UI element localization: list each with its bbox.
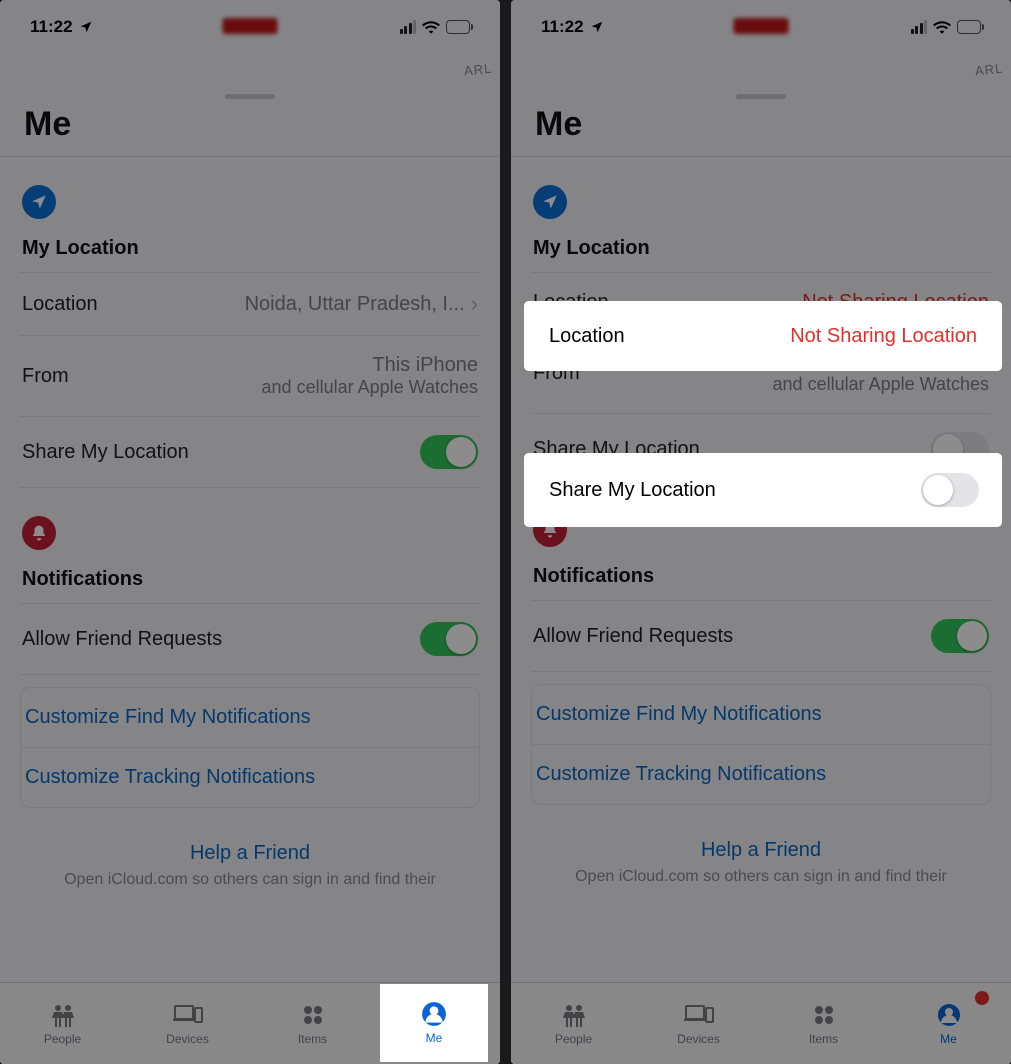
bell-icon: [22, 516, 56, 550]
from-row-label: From: [533, 362, 773, 385]
tab-items[interactable]: Items: [761, 983, 886, 1064]
help-friend-sub: Open iCloud.com so others can sign in an…: [531, 868, 991, 886]
status-bar: 11:22: [511, 0, 1011, 54]
tab-me[interactable]: Me: [375, 983, 500, 1064]
from-row-sub: and cellular Apple Watches: [262, 377, 478, 398]
status-bar: 11:22: [0, 0, 500, 54]
notifications-section: Notifications Allow Friend Requests Cust…: [0, 488, 500, 889]
location-row-label: Location: [533, 291, 802, 314]
share-location-row: Share My Location: [20, 416, 480, 488]
redacted-area: [734, 18, 789, 34]
customize-tracking-link[interactable]: Customize Tracking Notifications: [532, 744, 990, 804]
wifi-icon: [422, 20, 440, 34]
me-sheet: Me My Location Location Noida, Uttar Pra…: [0, 84, 500, 1064]
from-row[interactable]: From This iPhone and cellular Apple Watc…: [20, 335, 480, 416]
tab-items-label: Items: [809, 1032, 838, 1046]
tab-people-label: People: [44, 1032, 81, 1046]
share-location-row: Share My Location: [531, 413, 991, 485]
location-icon: [22, 185, 56, 219]
phone-right: ARL 11:22 Me My Location Location Not: [511, 0, 1011, 1064]
from-row-sub: and cellular Apple Watches: [773, 374, 989, 395]
my-location-section: My Location Location Not Sharing Locatio…: [511, 157, 1011, 485]
tab-devices[interactable]: Devices: [125, 983, 250, 1064]
share-location-label: Share My Location: [22, 441, 420, 464]
notifications-section: Notifications Allow Friend Requests Cust…: [511, 485, 1011, 886]
from-row[interactable]: From This iPhone and cellular Apple Watc…: [531, 332, 991, 413]
allow-friend-requests-toggle[interactable]: [931, 619, 989, 653]
location-icon: [533, 185, 567, 219]
phone-left: ARL 11:22 Me My Location Location Noi: [0, 0, 500, 1064]
notifications-header: Notifications: [20, 568, 480, 591]
tab-devices-label: Devices: [166, 1032, 209, 1046]
chevron-right-icon: ›: [471, 291, 478, 317]
redacted-area: [223, 18, 278, 34]
wifi-icon: [933, 20, 951, 34]
my-location-section: My Location Location Noida, Uttar Prades…: [0, 157, 500, 488]
location-row[interactable]: Location Not Sharing Location: [531, 272, 991, 332]
bell-icon: [533, 513, 567, 547]
notification-links: Customize Find My Notifications Customiz…: [531, 684, 991, 805]
from-row-label: From: [22, 365, 262, 388]
location-row[interactable]: Location Noida, Uttar Pradesh, I... ›: [20, 272, 480, 335]
battery-icon: [957, 20, 981, 34]
me-icon: [426, 1002, 450, 1028]
me-sheet: Me My Location Location Not Sharing Loca…: [511, 84, 1011, 1064]
tab-people[interactable]: People: [0, 983, 125, 1064]
location-arrow-icon: [79, 20, 93, 34]
tab-people[interactable]: People: [511, 983, 636, 1064]
location-row-label: Location: [22, 293, 245, 316]
tab-devices-label: Devices: [677, 1032, 720, 1046]
share-location-label: Share My Location: [533, 438, 931, 461]
notification-dot-icon: [975, 991, 989, 1005]
tab-items[interactable]: Items: [250, 983, 375, 1064]
tab-me-label: Me: [940, 1032, 957, 1046]
share-location-toggle[interactable]: [420, 435, 478, 469]
tab-me[interactable]: Me: [886, 983, 1011, 1064]
tab-items-label: Items: [298, 1032, 327, 1046]
customize-tracking-link[interactable]: Customize Tracking Notifications: [21, 747, 479, 807]
my-location-header: My Location: [20, 237, 480, 260]
from-row-value: This iPhone: [372, 354, 478, 377]
status-time: 11:22: [541, 17, 584, 37]
watermark: ARL: [974, 61, 1004, 79]
people-icon: [559, 1002, 589, 1028]
devices-icon: [173, 1002, 203, 1028]
location-arrow-icon: [590, 20, 604, 34]
customize-findmy-link[interactable]: Customize Find My Notifications: [532, 685, 990, 744]
tab-bar: People Devices Items Me: [511, 982, 1011, 1064]
people-icon: [48, 1002, 78, 1028]
allow-friend-requests-row: Allow Friend Requests: [20, 603, 480, 675]
my-location-header: My Location: [531, 237, 991, 260]
help-friend-sub: Open iCloud.com so others can sign in an…: [20, 871, 480, 889]
tab-devices[interactable]: Devices: [636, 983, 761, 1064]
allow-friend-requests-label: Allow Friend Requests: [22, 628, 420, 651]
location-row-value: Noida, Uttar Pradesh, I...: [245, 293, 465, 316]
help-friend-link[interactable]: Help a Friend: [20, 842, 480, 865]
me-icon: [937, 1002, 961, 1028]
battery-icon: [446, 20, 470, 34]
status-time: 11:22: [30, 17, 73, 37]
notification-links: Customize Find My Notifications Customiz…: [20, 687, 480, 808]
location-row-value: Not Sharing Location: [802, 291, 989, 314]
cellular-icon: [400, 20, 417, 34]
allow-friend-requests-row: Allow Friend Requests: [531, 600, 991, 672]
share-location-toggle[interactable]: [931, 432, 989, 466]
items-icon: [301, 1002, 325, 1028]
page-title: Me: [0, 99, 500, 156]
tab-people-label: People: [555, 1032, 592, 1046]
items-icon: [812, 1002, 836, 1028]
watermark: ARL: [463, 61, 493, 79]
page-title: Me: [511, 99, 1011, 156]
notifications-header: Notifications: [531, 565, 991, 588]
from-row-value: This iPhone: [883, 351, 989, 374]
help-friend-link[interactable]: Help a Friend: [531, 839, 991, 862]
tab-me-label: Me: [429, 1032, 446, 1046]
tab-bar: People Devices Items Me: [0, 982, 500, 1064]
cellular-icon: [911, 20, 928, 34]
allow-friend-requests-label: Allow Friend Requests: [533, 625, 931, 648]
customize-findmy-link[interactable]: Customize Find My Notifications: [21, 688, 479, 747]
allow-friend-requests-toggle[interactable]: [420, 622, 478, 656]
devices-icon: [684, 1002, 714, 1028]
